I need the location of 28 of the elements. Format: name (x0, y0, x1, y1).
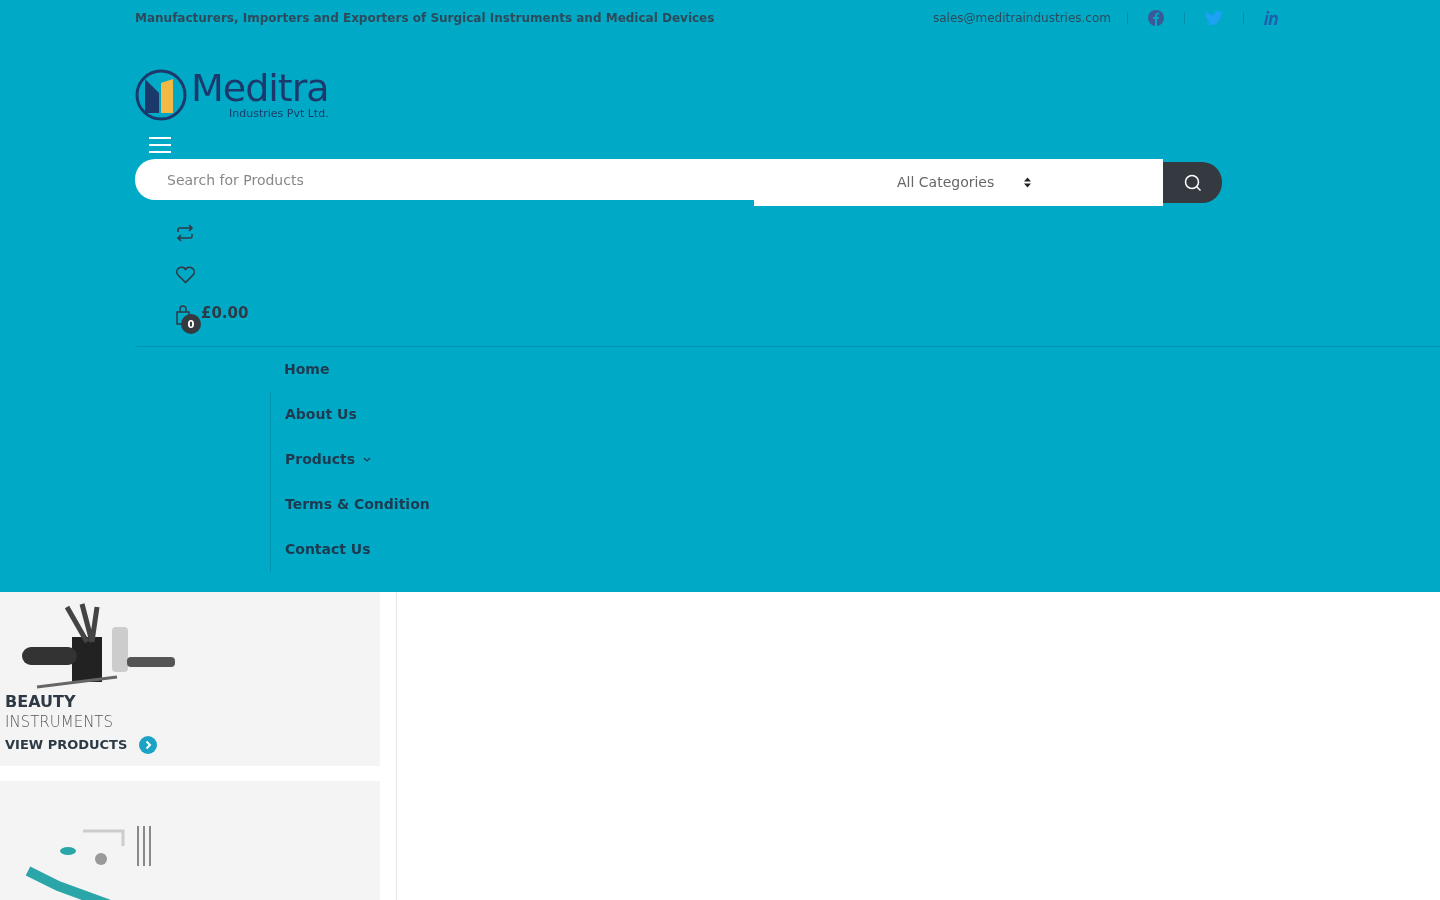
heart-icon[interactable] (175, 265, 196, 284)
sort-arrows-icon (1024, 177, 1032, 188)
nav-link[interactable]: About Us (270, 392, 1440, 437)
nav-link[interactable]: Products (270, 437, 1440, 482)
arrow-right-circle-icon (139, 736, 158, 755)
view-products-link[interactable]: VIEW PRODUCTS (5, 735, 158, 755)
search-field[interactable]: Search for Products (135, 159, 754, 200)
logo-wordmark: Meditra (191, 69, 329, 107)
logo-subtitle: Industries Pvt Ltd. (228, 108, 329, 119)
cart-total[interactable]: £0.00 (201, 302, 249, 325)
logo[interactable]: Meditra Industries Pvt Ltd. (135, 69, 335, 121)
cart-count: 0 (181, 314, 201, 334)
logo-emblem-icon (135, 69, 187, 121)
category-select[interactable]: All Categories (889, 172, 1040, 193)
linkedin-icon[interactable] (1264, 11, 1280, 25)
search-button[interactable] (1163, 162, 1222, 203)
card-subtitle: INSTRUMENTS (5, 712, 115, 733)
nav-link[interactable]: Contact Us (270, 527, 1440, 572)
chevron-down-icon (363, 457, 371, 463)
tagline: Manufacturers, Importers and Exporters of Surgical Instruments and Medical Devices (135, 10, 715, 27)
nav-link[interactable]: Home (270, 347, 1440, 392)
search-icon (1184, 174, 1201, 191)
compare-icon[interactable] (175, 223, 195, 242)
card-title: BEAUTY (5, 692, 77, 713)
email-link[interactable]: sales@meditraindustries.com (932, 9, 1111, 27)
menu-icon[interactable] (149, 137, 171, 153)
facebook-icon[interactable] (1148, 10, 1164, 26)
nav-link[interactable]: Terms & Condition (270, 482, 1440, 527)
